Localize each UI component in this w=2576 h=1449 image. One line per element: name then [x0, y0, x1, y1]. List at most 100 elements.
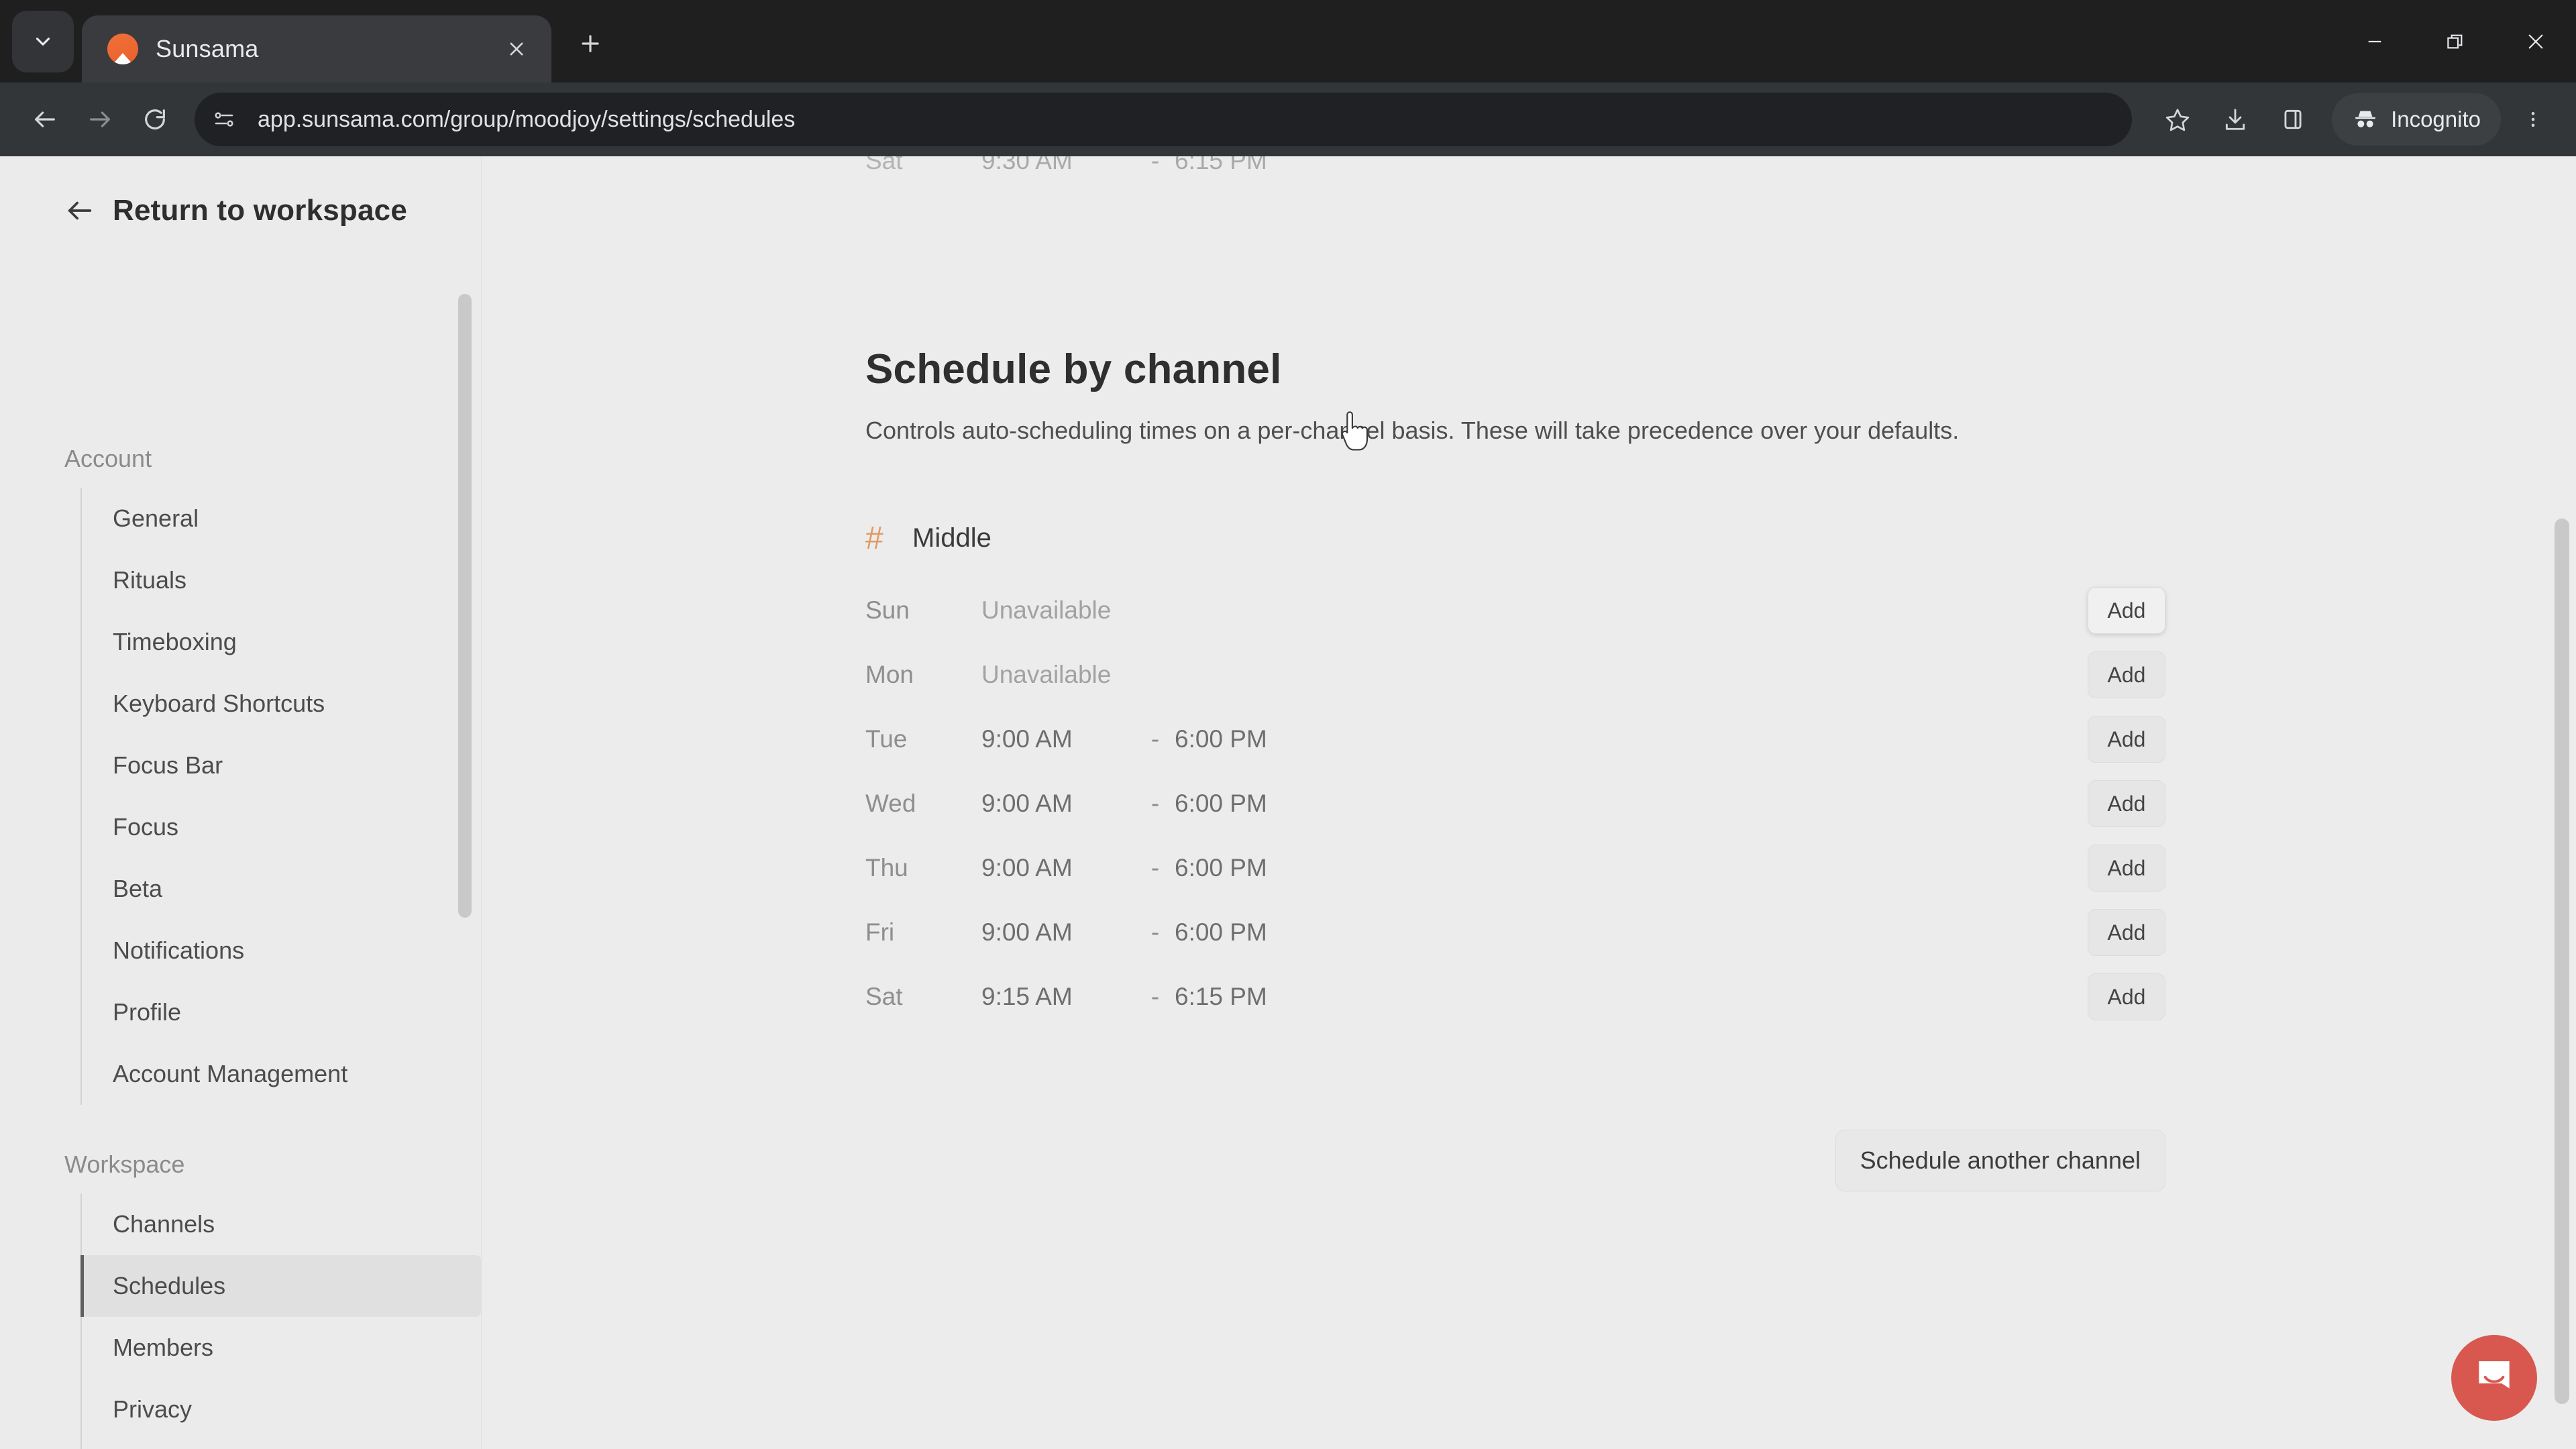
settings-sidebar: Return to workspace Account General Ritual… — [0, 156, 482, 1449]
schedule-row-day: Thu — [865, 854, 908, 881]
add-schedule-button[interactable]: Add — [2088, 716, 2165, 763]
add-schedule-button[interactable]: Add — [2088, 973, 2165, 1020]
browser-menu-button[interactable] — [2508, 93, 2559, 146]
schedule-row-end-time[interactable]: 6:00 PM — [1175, 854, 1267, 882]
restore-window-icon — [2447, 34, 2463, 48]
forward-arrow-icon — [90, 111, 110, 127]
minimize-button[interactable] — [2334, 0, 2415, 83]
sidebar-item-focus-bar[interactable]: Focus Bar — [82, 735, 481, 796]
schedule-row-dash: - — [1150, 790, 1160, 817]
three-dots-vertical-icon — [2531, 112, 2535, 127]
address-bar[interactable]: app.sunsama.com/group/moodjoy/settings/s… — [195, 93, 2133, 146]
downloads-button[interactable] — [2208, 93, 2262, 146]
clipped-row-start: 9:30 AM — [981, 156, 1073, 174]
reload-icon — [145, 109, 165, 129]
schedule-another-channel-button[interactable]: Schedule another channel — [1835, 1130, 2165, 1191]
sidebar-item-channels[interactable]: Channels — [82, 1193, 481, 1255]
return-to-workspace-button[interactable]: Return to workspace — [0, 156, 481, 227]
sidebar-item-billing[interactable]: Billing — [82, 1440, 481, 1449]
schedule-row-start-time[interactable]: 9:00 AM — [981, 725, 1136, 753]
sidebar-item-label: Schedules — [113, 1272, 226, 1299]
schedule-row-start-time[interactable]: 9:00 AM — [981, 854, 1136, 882]
sidebar-item-label: Notifications — [113, 936, 245, 964]
schedule-row-dash: - — [1150, 725, 1160, 753]
maximize-button[interactable] — [2415, 0, 2496, 83]
side-panel-icon — [2284, 109, 2302, 129]
clipped-row-end: 6:15 PM — [1175, 156, 1267, 174]
add-schedule-button[interactable]: Add — [2088, 587, 2165, 634]
add-schedule-button[interactable]: Add — [2088, 845, 2165, 892]
incognito-indicator[interactable]: Incognito — [2332, 93, 2501, 146]
sidebar-item-label: Privacy — [113, 1395, 193, 1423]
clipped-row-dash: - — [1150, 156, 1160, 174]
back-button[interactable] — [17, 92, 72, 147]
new-tab-button[interactable] — [564, 17, 617, 70]
sidebar-item-notifications[interactable]: Notifications — [82, 920, 481, 981]
schedule-row-start-time[interactable]: 9:15 AM — [981, 983, 1136, 1011]
sidebar-group-label-account: Account — [64, 445, 152, 472]
bookmark-button[interactable] — [2151, 93, 2204, 146]
schedule-row-end-time[interactable]: 6:00 PM — [1175, 725, 1267, 753]
back-arrow-icon — [68, 201, 92, 220]
sidebar-item-account-management[interactable]: Account Management — [82, 1043, 481, 1105]
incognito-icon — [2355, 111, 2376, 127]
reload-button[interactable] — [127, 92, 182, 147]
sunsama-logo-icon — [107, 34, 138, 64]
sidebar-scrollbar[interactable] — [458, 294, 472, 918]
add-schedule-button[interactable]: Add — [2088, 780, 2165, 827]
channel-header: # Middle — [865, 520, 2576, 557]
side-panel-button[interactable] — [2266, 93, 2320, 146]
site-settings-button[interactable] — [201, 97, 247, 142]
sidebar-item-label: Rituals — [113, 566, 187, 594]
sidebar-item-members[interactable]: Members — [82, 1317, 481, 1379]
sidebar-item-label: Account Management — [113, 1060, 348, 1087]
sidebar-item-keyboard-shortcuts[interactable]: Keyboard Shortcuts — [82, 673, 481, 735]
schedule-row-day: Sun — [865, 596, 910, 624]
schedule-row-unavailable: Unavailable — [981, 661, 1112, 688]
intercom-launcher-button[interactable] — [2451, 1335, 2537, 1421]
intercom-chat-icon — [2479, 1361, 2510, 1389]
schedule-row: Sun Unavailable Add — [865, 578, 2165, 643]
sidebar-item-focus[interactable]: Focus — [82, 796, 481, 858]
schedule-row-day: Fri — [865, 918, 895, 946]
sidebar-item-timeboxing[interactable]: Timeboxing — [82, 611, 481, 673]
browser-tab[interactable]: Sunsama — [82, 15, 551, 83]
close-window-button[interactable] — [2496, 0, 2576, 83]
schedule-row-start-time[interactable]: 9:00 AM — [981, 918, 1136, 947]
schedule-row-end-time[interactable]: 6:00 PM — [1175, 918, 1267, 947]
tab-title: Sunsama — [156, 35, 259, 62]
schedule-row-end-time[interactable]: 6:00 PM — [1175, 790, 1267, 818]
schedule-row-end-time[interactable]: 6:15 PM — [1175, 983, 1267, 1011]
plus-icon — [582, 35, 599, 52]
schedule-row-dash: - — [1150, 854, 1160, 881]
browser-window: Sunsama app.sunsama.com/group/moodjoy/se… — [0, 0, 2576, 1449]
tab-close-button[interactable] — [499, 32, 534, 66]
channel-name: Middle — [912, 523, 991, 553]
sidebar-item-beta[interactable]: Beta — [82, 858, 481, 920]
site-settings-icon — [215, 112, 233, 127]
sidebar-item-rituals[interactable]: Rituals — [82, 549, 481, 611]
schedule-row-day: Tue — [865, 725, 908, 753]
schedule-row-dash: - — [1150, 983, 1160, 1010]
add-schedule-button[interactable]: Add — [2088, 651, 2165, 698]
sidebar-item-general[interactable]: General — [82, 488, 481, 549]
window-controls — [2334, 0, 2576, 83]
sidebar-item-label: General — [113, 504, 199, 532]
schedule-row: Mon Unavailable Add — [865, 643, 2165, 707]
page-scrollbar[interactable] — [2555, 519, 2569, 1404]
add-schedule-button[interactable]: Add — [2088, 909, 2165, 956]
page-title: Schedule by channel — [865, 346, 1282, 392]
tab-search-button[interactable] — [12, 11, 74, 72]
schedule-row-start-time[interactable]: 9:00 AM — [981, 790, 1136, 818]
sidebar-nav-scroll: Account General Rituals Timeboxing Keyboard … — [0, 445, 481, 1449]
sidebar-group-workspace: ChannelsSchedulesMembersPrivacyBillingWo… — [80, 1193, 481, 1449]
url-text: app.sunsama.com/group/moodjoy/settings/s… — [258, 106, 796, 132]
sidebar-item-privacy[interactable]: Privacy — [82, 1379, 481, 1440]
sidebar-item-profile[interactable]: Profile — [82, 981, 481, 1043]
forward-button[interactable] — [72, 92, 127, 147]
schedule-row-unavailable: Unavailable — [981, 596, 1112, 624]
download-icon — [2225, 109, 2245, 130]
sidebar-item-schedules[interactable]: Schedules — [80, 1255, 481, 1317]
page-subtitle: Controls auto-scheduling times on a per-… — [865, 417, 1960, 444]
sidebar-group-label-workspace: Workspace — [64, 1150, 185, 1178]
